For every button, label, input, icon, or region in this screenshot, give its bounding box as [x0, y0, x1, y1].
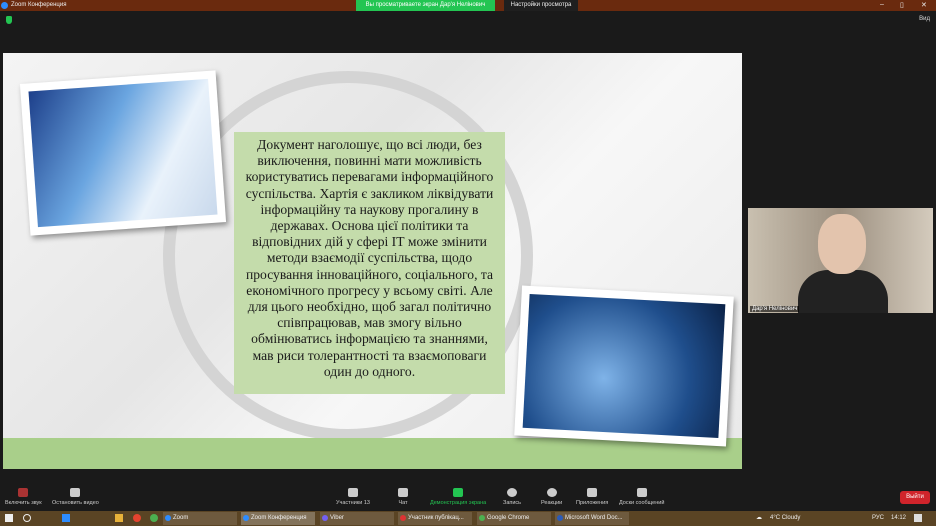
slide-text: Документ наголошує, що всі люди, без вик… — [234, 132, 505, 394]
security-shield-icon[interactable] — [6, 16, 12, 24]
stop-video-button[interactable]: Остановить видео — [52, 488, 99, 506]
record-button[interactable]: Запись — [503, 488, 521, 506]
zoom-logo-icon — [1, 2, 8, 9]
taskbar-item[interactable]: Zoom — [163, 512, 237, 525]
start-icon[interactable] — [5, 514, 13, 522]
search-icon[interactable] — [23, 514, 31, 522]
slide-image-tech-hand — [514, 285, 734, 447]
unmute-button[interactable]: Включить звук — [5, 488, 42, 506]
explorer-icon[interactable] — [115, 514, 123, 522]
share-notice: Вы просматриваете экран Дар'я Нелінович — [356, 0, 495, 11]
meeting-toolbar: Включить звук Остановить видео Участники… — [0, 484, 936, 511]
view-options-button[interactable]: Настройки просмотра — [504, 0, 578, 11]
reactions-button[interactable]: Реакции — [541, 488, 562, 506]
maximize-button[interactable]: ▯ — [900, 1, 904, 9]
leave-button[interactable]: Выйти — [900, 491, 930, 504]
close-button[interactable]: ✕ — [921, 1, 927, 9]
notifications-icon[interactable] — [914, 514, 922, 522]
shared-slide: Документ наголошує, що всі люди, без вик… — [3, 53, 742, 469]
participant-name: Дар'я Нелінович — [750, 306, 800, 312]
mail-icon[interactable] — [62, 514, 70, 522]
apps-button[interactable]: Приложения — [576, 488, 608, 506]
weather-icon[interactable]: ☁ — [756, 511, 762, 526]
title-bar: Zoom Конференция Вы просматриваете экран… — [0, 0, 936, 11]
taskbar-item[interactable]: Участник публікац... — [398, 512, 472, 525]
weather[interactable]: 4°C Cloudy — [770, 511, 800, 526]
language-indicator[interactable]: РУС — [872, 511, 884, 526]
participant-video[interactable]: Дар'я Нелінович — [748, 208, 933, 313]
chat-button[interactable]: Чат — [398, 488, 408, 506]
chrome-icon[interactable] — [150, 514, 158, 522]
view-button[interactable]: Вид — [919, 16, 930, 22]
taskbar-item[interactable]: Zoom Конференция — [241, 512, 315, 525]
clock[interactable]: 14:12 — [891, 511, 906, 526]
app-icon[interactable] — [133, 514, 141, 522]
windows-taskbar: Zoom Zoom Конференция Viber Участник пуб… — [0, 511, 936, 526]
slide-image-hand-photos — [19, 70, 227, 236]
taskbar-item[interactable]: Google Chrome — [477, 512, 551, 525]
minimize-button[interactable]: – — [880, 1, 884, 8]
whiteboards-button[interactable]: Доски сообщений — [619, 488, 664, 506]
taskbar-item[interactable]: Microsoft Word Doc... — [555, 512, 629, 525]
window-title: Zoom Конференция — [11, 2, 67, 8]
share-screen-button[interactable]: Демонстрация экрана — [430, 488, 486, 506]
taskbar-item[interactable]: Viber — [320, 512, 394, 525]
slide-footer-band — [3, 438, 742, 469]
participants-button[interactable]: Участники 13 — [336, 488, 370, 506]
